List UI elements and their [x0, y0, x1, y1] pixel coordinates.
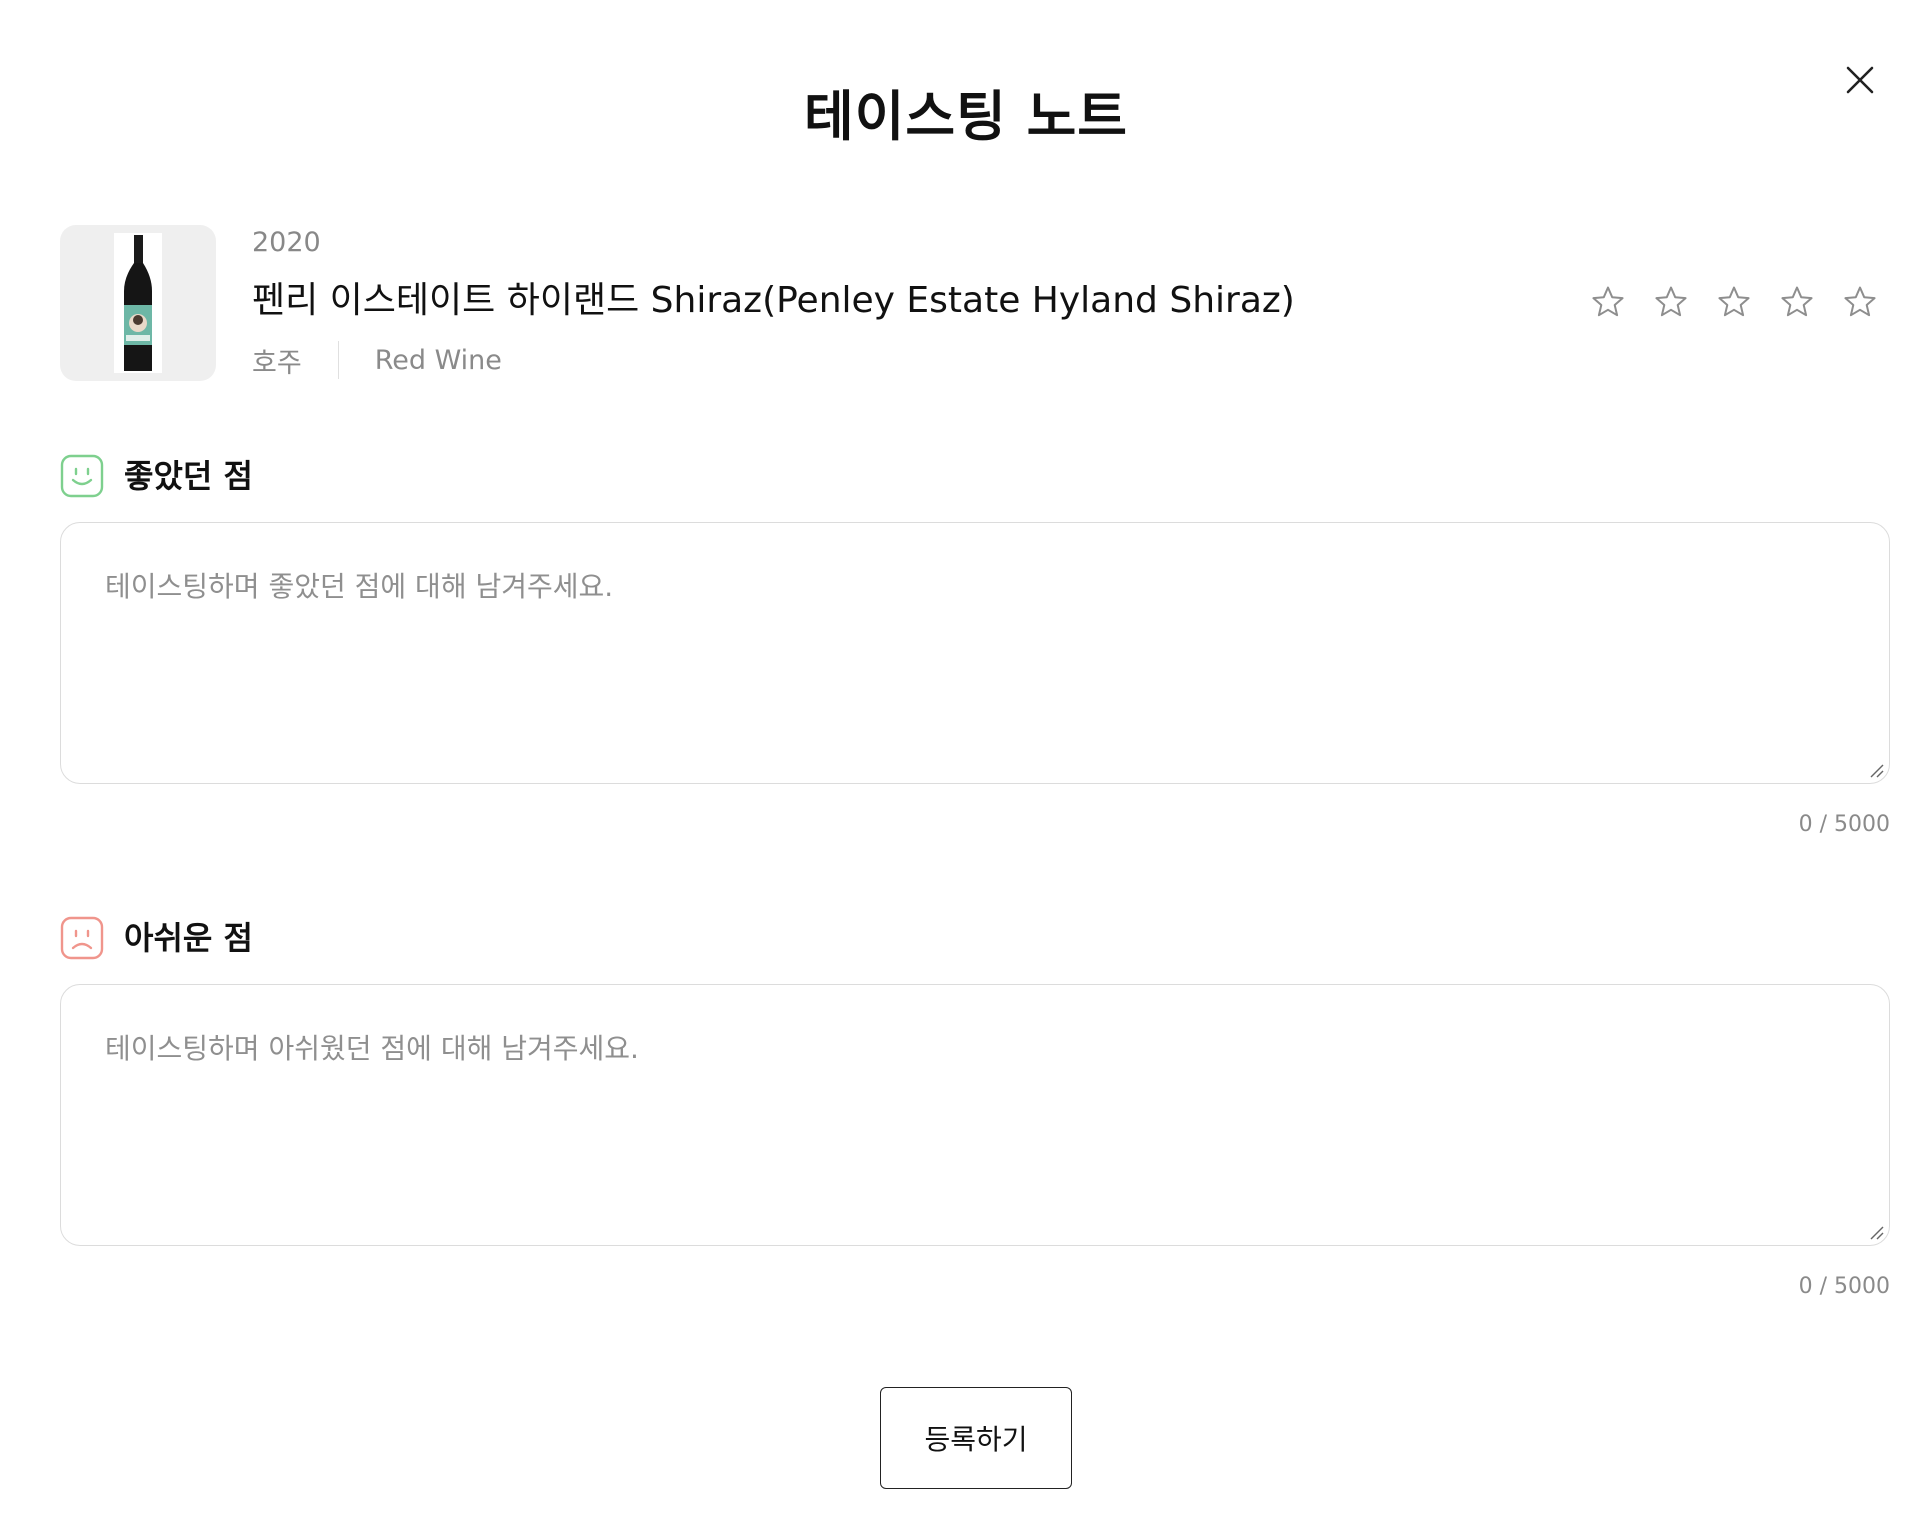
- star-outline-icon: [1655, 286, 1687, 317]
- rating-star-2[interactable]: [1653, 284, 1689, 320]
- close-icon: [1846, 66, 1874, 94]
- rating-star-5[interactable]: [1842, 284, 1878, 320]
- wine-meta: 호주 Red Wine: [252, 340, 502, 380]
- submit-button[interactable]: 등록하기: [880, 1387, 1072, 1489]
- wine-bottle-image: [114, 233, 162, 373]
- bad-points-input[interactable]: [61, 985, 1889, 1245]
- good-points-title: 좋았던 점: [124, 457, 253, 495]
- wine-thumbnail: [60, 225, 216, 381]
- star-rating: [1590, 284, 1878, 320]
- wine-vintage-year: 2020: [252, 227, 321, 258]
- rating-star-4[interactable]: [1779, 284, 1815, 320]
- good-points-box: [60, 522, 1890, 784]
- bad-points-box: [60, 984, 1890, 1246]
- wine-name: 펜리 이스테이트 하이랜드 Shiraz(Penley Estate Hylan…: [252, 280, 1295, 321]
- bad-points-title: 아쉬운 점: [124, 919, 253, 957]
- bad-points-header: 아쉬운 점: [60, 916, 253, 960]
- star-outline-icon: [1781, 286, 1813, 317]
- close-button[interactable]: [1840, 60, 1880, 100]
- rating-star-3[interactable]: [1716, 284, 1752, 320]
- good-points-header: 좋았던 점: [60, 454, 253, 498]
- star-outline-icon: [1718, 286, 1750, 317]
- sad-face-icon: [60, 916, 104, 960]
- good-points-input[interactable]: [61, 523, 1889, 783]
- resize-grip-icon[interactable]: [1867, 761, 1885, 779]
- rating-star-1[interactable]: [1590, 284, 1626, 320]
- wine-type: Red Wine: [374, 344, 502, 376]
- star-outline-icon: [1844, 286, 1876, 317]
- resize-grip-icon[interactable]: [1867, 1223, 1885, 1241]
- bad-points-char-count: 0 / 5000: [1798, 1274, 1890, 1299]
- wine-country: 호주: [252, 347, 302, 379]
- star-outline-icon: [1592, 286, 1624, 317]
- good-points-char-count: 0 / 5000: [1798, 812, 1890, 837]
- modal-title: 테이스팅 노트: [804, 85, 1128, 148]
- meta-divider: [337, 341, 339, 379]
- smile-face-icon: [60, 454, 104, 498]
